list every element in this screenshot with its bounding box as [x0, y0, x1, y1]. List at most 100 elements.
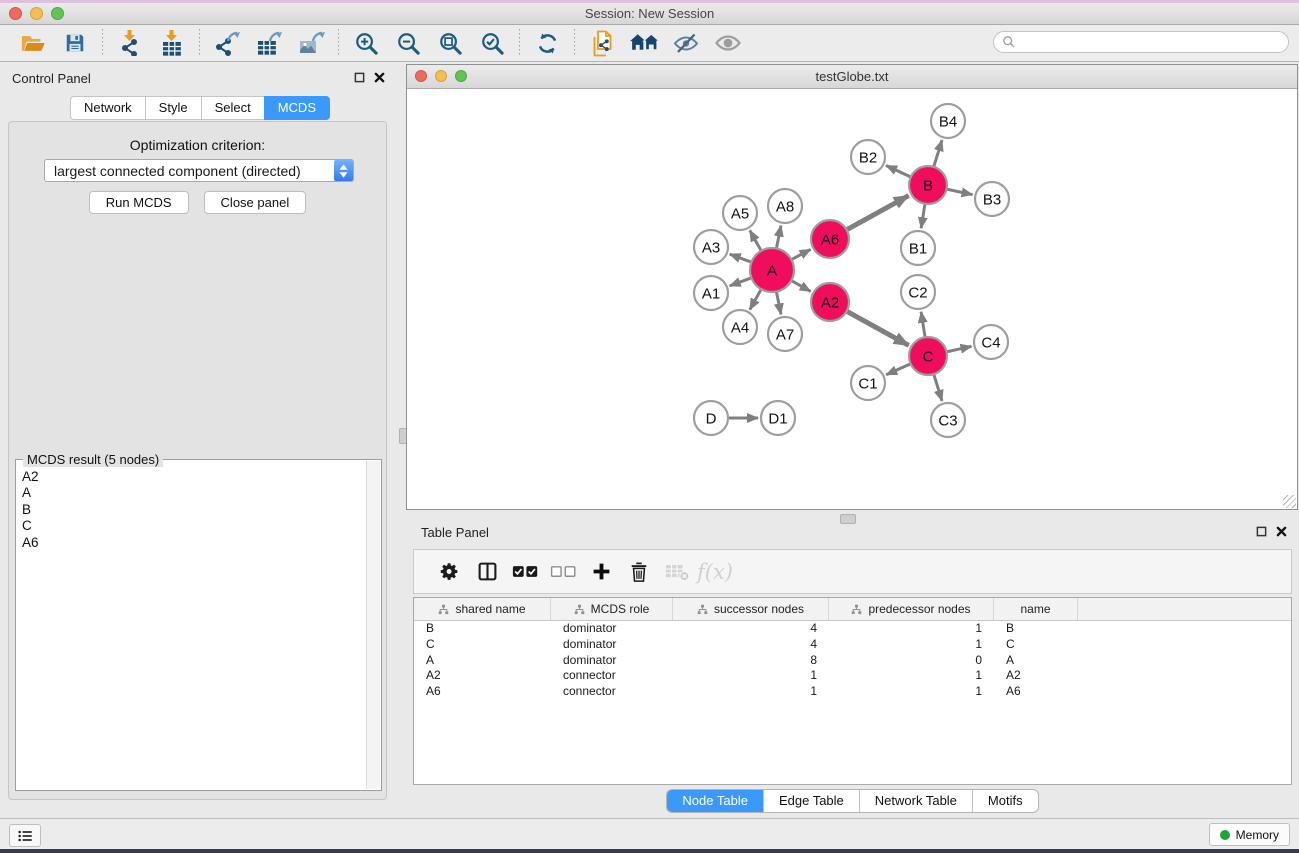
graph-edge-A-A4[interactable]	[750, 289, 761, 309]
mcds-result-item[interactable]: A	[22, 485, 366, 501]
zoom-out-button[interactable]	[387, 27, 429, 59]
table-cell[interactable]: 1	[829, 668, 994, 684]
table-delete-button[interactable]	[658, 555, 696, 589]
close-panel-icon[interactable]	[374, 72, 385, 83]
result-list-scrollbar[interactable]	[366, 461, 380, 789]
table-row[interactable]: Bdominator41B	[414, 621, 1291, 637]
memory-button[interactable]: Memory	[1209, 823, 1290, 846]
column-header-shared-name[interactable]: shared name	[414, 598, 551, 620]
graph-node-D[interactable]: D	[694, 401, 728, 435]
graph-node-B1[interactable]: B1	[901, 231, 935, 265]
trash-button[interactable]	[620, 555, 658, 589]
zoom-selected-button[interactable]	[471, 27, 513, 59]
columns-button[interactable]	[468, 555, 506, 589]
run-mcds-button[interactable]: Run MCDS	[89, 191, 189, 214]
export-table-button[interactable]	[248, 27, 290, 59]
close-panel-icon[interactable]	[1276, 526, 1287, 537]
graph-node-C1[interactable]: C1	[851, 366, 885, 400]
graph-node-A8[interactable]: A8	[768, 189, 802, 223]
graph-node-B4[interactable]: B4	[931, 104, 965, 138]
mcds-result-item[interactable]: A6	[22, 535, 366, 551]
network-graph[interactable]: AA1A2A3A4A5A6A7A8BB1B2B3B4CC1C2C3C4DD1	[407, 89, 1297, 510]
graph-node-C[interactable]: C	[909, 337, 947, 375]
save-session-button[interactable]	[54, 27, 96, 59]
open-folder-button[interactable]	[12, 27, 54, 59]
tab-network[interactable]: Network	[70, 96, 145, 120]
table-cell[interactable]: A2	[414, 668, 551, 684]
graph-edge-A-A1[interactable]	[730, 278, 752, 286]
graph-edge-B-B4[interactable]	[934, 140, 942, 167]
graph-node-C4[interactable]: C4	[974, 325, 1008, 359]
table-cell[interactable]: C	[994, 637, 1078, 653]
graph-node-B[interactable]: B	[909, 166, 947, 204]
resize-grip-icon[interactable]	[1283, 495, 1296, 508]
plus-button[interactable]	[582, 555, 620, 589]
table-cell[interactable]: dominator	[551, 621, 673, 637]
tab-node-table[interactable]: Node Table	[667, 790, 764, 812]
table-cell[interactable]: A6	[414, 684, 551, 700]
table-cell[interactable]: 1	[673, 684, 829, 700]
mcds-result-item[interactable]: C	[22, 518, 366, 534]
tab-style[interactable]: Style	[145, 96, 201, 120]
table-cell[interactable]: 4	[673, 621, 829, 637]
table-row[interactable]: A2connector11A2	[414, 668, 1291, 684]
table-row[interactable]: A6connector11A6	[414, 684, 1291, 700]
fx-button[interactable]: f(x)	[696, 555, 734, 589]
column-header-predecessor-nodes[interactable]: predecessor nodes	[829, 598, 994, 620]
close-panel-button[interactable]: Close panel	[204, 191, 307, 214]
graph-edge-B-B2[interactable]	[886, 166, 911, 178]
table-cell[interactable]: connector	[551, 668, 673, 684]
export-image-button[interactable]	[290, 27, 332, 59]
graph-node-C2[interactable]: C2	[901, 275, 935, 309]
empty-boxes-button[interactable]	[544, 555, 582, 589]
table-row[interactable]: Cdominator41C	[414, 637, 1291, 653]
graph-edge-C-C2[interactable]	[921, 312, 925, 337]
graph-edge-A-A5[interactable]	[750, 230, 761, 250]
graph-edge-A-A7[interactable]	[776, 292, 781, 315]
mcds-result-item[interactable]: A2	[22, 469, 366, 485]
table-cell[interactable]: B	[994, 621, 1078, 637]
table-cell[interactable]: dominator	[551, 637, 673, 653]
graph-edge-B-B1[interactable]	[921, 204, 925, 228]
tab-network-table[interactable]: Network Table	[860, 790, 973, 812]
check-boxes-button[interactable]	[506, 555, 544, 589]
search-input[interactable]	[1021, 34, 1288, 50]
graph-edge-A-A6[interactable]	[791, 249, 810, 259]
table-cell[interactable]: A2	[994, 668, 1078, 684]
table-cell[interactable]: connector	[551, 684, 673, 700]
task-history-button[interactable]	[9, 824, 41, 847]
graph-node-A1[interactable]: A1	[694, 276, 728, 310]
session-from-network-button[interactable]	[581, 27, 623, 59]
graph-edge-C-C1[interactable]	[886, 364, 911, 375]
graph-node-A7[interactable]: A7	[768, 317, 802, 351]
import-table-button[interactable]	[151, 27, 193, 59]
table-cell[interactable]: C	[414, 637, 551, 653]
graph-edge-B-B3[interactable]	[947, 189, 973, 195]
table-cell[interactable]: 8	[673, 653, 829, 669]
table-cell[interactable]: 1	[829, 637, 994, 653]
zoom-fit-button[interactable]	[429, 27, 471, 59]
table-cell[interactable]: dominator	[551, 653, 673, 669]
graph-node-A3[interactable]: A3	[694, 230, 728, 264]
graph-node-B3[interactable]: B3	[975, 182, 1009, 216]
graph-node-A4[interactable]: A4	[723, 310, 757, 344]
column-header-successor-nodes[interactable]: successor nodes	[673, 598, 829, 620]
graph-node-A[interactable]: A	[750, 248, 794, 292]
graph-edge-A-A2[interactable]	[791, 281, 810, 292]
graph-node-B2[interactable]: B2	[851, 140, 885, 174]
graph-node-A5[interactable]: A5	[723, 196, 757, 230]
graph-edge-A-A3[interactable]	[730, 254, 752, 262]
table-cell[interactable]: 0	[829, 653, 994, 669]
graph-node-C3[interactable]: C3	[931, 403, 965, 437]
graph-edge-A-A8[interactable]	[776, 226, 781, 249]
float-panel-icon[interactable]	[354, 72, 365, 83]
column-header-mcds-role[interactable]: MCDS role	[551, 598, 673, 620]
graph-edge-A6-B[interactable]	[847, 196, 909, 230]
tab-mcds[interactable]: MCDS	[264, 96, 330, 120]
graph-edge-C-C4[interactable]	[947, 346, 972, 352]
hide-selected-button[interactable]	[665, 27, 707, 59]
tab-edge-table[interactable]: Edge Table	[764, 790, 860, 812]
table-row[interactable]: Adominator80A	[414, 653, 1291, 669]
zoom-in-button[interactable]	[345, 27, 387, 59]
mcds-result-list[interactable]: A2ABCA6	[17, 469, 366, 789]
